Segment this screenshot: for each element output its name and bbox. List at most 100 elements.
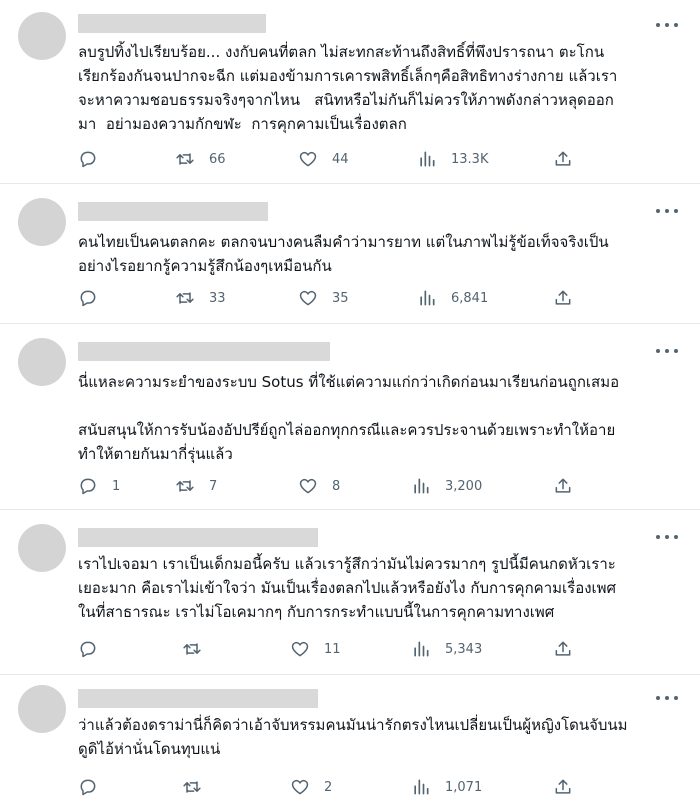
avatar[interactable]	[18, 338, 66, 386]
reply-button[interactable]: 1	[78, 474, 120, 498]
tweet-text-line: ในที่สาธารณะ เราไม่โอเคมากๆ กับการกระทำแ…	[78, 603, 555, 621]
retweet-button[interactable]	[182, 637, 216, 661]
like-button[interactable]: 44	[298, 147, 349, 171]
view-count: 3,200	[445, 478, 483, 494]
more-icon[interactable]	[656, 532, 678, 542]
views-button[interactable]: 13.3K	[417, 147, 488, 171]
reply-icon	[80, 641, 96, 658]
view-count: 13.3K	[451, 151, 489, 167]
action-bar: 11 5,343	[78, 637, 598, 661]
tweet-text-line: อย่างไรอยากรู้ความรู้สึกน้องๆเหมือนกัน	[78, 257, 332, 275]
retweet-icon	[183, 781, 201, 793]
views-button[interactable]: 5,343	[411, 637, 482, 661]
tweet-text-line: สนับสนุนให้การรับน้องอัปปรีย์ถูกไล่ออกทุ…	[78, 421, 616, 439]
share-icon	[555, 478, 571, 493]
avatar[interactable]	[18, 198, 66, 246]
like-button[interactable]: 2	[290, 775, 332, 799]
avatar[interactable]	[18, 524, 66, 572]
tweet[interactable]: เราไปเจอมา เราเป็นเด็กมอนี้ครับ แล้วเราร…	[0, 510, 700, 675]
tweet-text-line	[78, 394, 684, 418]
more-icon[interactable]	[656, 20, 678, 30]
share-button[interactable]	[553, 637, 573, 661]
tweet-text-line: คนไทยเป็นคนตลกคะ ตลกจนบางคนลืมคำว่ามารยา…	[78, 233, 609, 251]
like-icon	[299, 151, 317, 167]
more-icon[interactable]	[656, 346, 678, 356]
reply-button[interactable]	[78, 286, 112, 310]
views-icon	[420, 290, 435, 306]
more-icon[interactable]	[656, 693, 678, 703]
tweet-text: ว่าแล้วต้องดราม่านี่ก็คิดว่าเอ้าจับหรรมค…	[78, 713, 684, 761]
share-button[interactable]	[553, 286, 573, 310]
share-button[interactable]	[553, 147, 573, 171]
avatar[interactable]	[18, 12, 66, 60]
like-button[interactable]: 8	[298, 474, 340, 498]
like-button[interactable]: 35	[298, 286, 349, 310]
like-count: 2	[324, 779, 333, 795]
reply-icon	[80, 151, 96, 168]
more-icon[interactable]	[656, 206, 678, 216]
like-icon	[291, 641, 309, 657]
tweet-text-line: ดูดิไอ้ห่านั่นโดนทุบแน่	[78, 740, 221, 758]
redacted-username	[78, 14, 266, 33]
like-icon	[291, 779, 309, 795]
tweet-text-line: ว่าแล้วต้องดราม่านี่ก็คิดว่าเอ้าจับหรรมค…	[78, 716, 628, 734]
views-icon	[414, 641, 429, 657]
action-bar: 2 1,071	[78, 775, 598, 799]
share-button[interactable]	[553, 474, 573, 498]
views-icon	[414, 478, 429, 494]
tweet-text: เราไปเจอมา เราเป็นเด็กมอนี้ครับ แล้วเราร…	[78, 552, 684, 624]
retweet-count: 66	[209, 151, 226, 167]
tweet-text: คนไทยเป็นคนตลกคะ ตลกจนบางคนลืมคำว่ามารยา…	[78, 230, 684, 278]
reply-icon	[80, 779, 96, 796]
action-bar: 1 7 8 3,200	[78, 474, 598, 498]
reply-button[interactable]	[78, 147, 112, 171]
like-count: 8	[332, 478, 341, 494]
tweet-text-line: นี่แหละความระยำของระบบ Sotus ที่ใช้แต่คว…	[78, 373, 620, 391]
share-icon	[555, 779, 571, 794]
like-count: 44	[332, 151, 349, 167]
redacted-username	[78, 528, 318, 547]
tweet-text-line: มา อย่ามองความกักขฬะ การคุกคามเป็นเรื่อง…	[78, 115, 407, 133]
like-count: 35	[332, 290, 349, 306]
retweet-icon	[176, 480, 194, 492]
tweet-text-line: ทำให้ตายกันมากี่รุ่นแล้ว	[78, 445, 233, 463]
tweet-text-line: เราไปเจอมา เราเป็นเด็กมอนี้ครับ แล้วเราร…	[78, 555, 616, 573]
views-icon	[414, 779, 429, 795]
tweet[interactable]: นี่แหละความระยำของระบบ Sotus ที่ใช้แต่คว…	[0, 324, 700, 510]
retweet-button[interactable]: 33	[175, 286, 226, 310]
retweet-icon	[176, 292, 194, 304]
avatar[interactable]	[18, 685, 66, 733]
retweet-count: 7	[209, 478, 218, 494]
redacted-username	[78, 689, 318, 708]
tweet[interactable]: ลบรูปทิ้งไปเรียบร้อย... งงกับคนที่ตลก ไม…	[0, 0, 700, 184]
view-count: 5,343	[445, 641, 483, 657]
tweet-text-line: เยอะมาก คือเราไม่เข้าใจว่า มันเป็นเรื่อง…	[78, 579, 617, 597]
retweet-button[interactable]: 7	[175, 474, 217, 498]
reply-count: 1	[112, 478, 121, 494]
tweet-text: ลบรูปทิ้งไปเรียบร้อย... งงกับคนที่ตลก ไม…	[78, 40, 684, 136]
redacted-username	[78, 202, 268, 221]
tweet[interactable]: คนไทยเป็นคนตลกคะ ตลกจนบางคนลืมคำว่ามารยา…	[0, 184, 700, 324]
tweet-text: นี่แหละความระยำของระบบ Sotus ที่ใช้แต่คว…	[78, 370, 684, 466]
views-button[interactable]: 6,841	[417, 286, 488, 310]
share-icon	[555, 151, 571, 166]
share-button[interactable]	[553, 775, 573, 799]
retweet-button[interactable]	[182, 775, 216, 799]
reply-icon	[80, 290, 96, 307]
retweet-count: 33	[209, 290, 226, 306]
share-icon	[555, 641, 571, 656]
action-bar: 66 44 13.3K	[78, 147, 598, 171]
reply-button[interactable]	[78, 637, 112, 661]
retweet-icon	[176, 153, 194, 165]
reply-button[interactable]	[78, 775, 112, 799]
reply-icon	[80, 478, 96, 495]
tweet[interactable]: ว่าแล้วต้องดราม่านี่ก็คิดว่าเอ้าจับหรรมค…	[0, 675, 700, 802]
retweet-button[interactable]: 66	[175, 147, 226, 171]
like-button[interactable]: 11	[290, 637, 341, 661]
tweet-text-line: จะหาความชอบธรรมจริงๆจากไหน สนิทหรือไม่กั…	[78, 91, 614, 109]
action-bar: 33 35 6,841	[78, 286, 598, 310]
like-icon	[299, 478, 317, 494]
like-icon	[299, 290, 317, 306]
views-button[interactable]: 3,200	[411, 474, 482, 498]
views-button[interactable]: 1,071	[411, 775, 482, 799]
